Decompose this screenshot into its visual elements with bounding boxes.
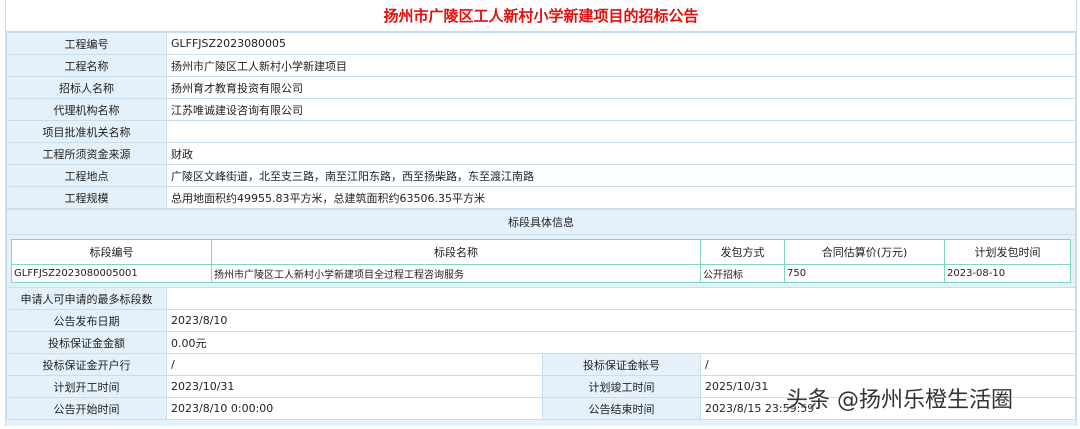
column-header: 标段编号	[11, 239, 212, 265]
info-row: 投标保证金金额 0.00元	[6, 331, 1076, 354]
table-cell: 扬州市广陵区工人新村小学新建项目全过程工程咨询服务	[211, 264, 701, 283]
field-label: 投标保证金开户行	[6, 353, 167, 376]
field-label: 计划开工时间	[6, 375, 167, 398]
field-label: 工程名称	[6, 54, 167, 77]
section-header-table: 标段具体信息	[6, 209, 1076, 235]
field-value: 广陵区文峰街道，北至支三路，南至江阳东路，西至扬柴路，东至渡江南路	[166, 164, 1076, 187]
table-cell: 2023-08-10	[944, 264, 1071, 283]
field-value: /	[166, 353, 543, 376]
table-header-row: 标段编号 标段名称 发包方式 合同估算价(万元) 计划发包时间	[11, 239, 1071, 265]
field-value: GLFFJSZ2023080005	[166, 32, 1076, 55]
field-label: 投标保证金金额	[6, 331, 167, 354]
field-value: 财政	[166, 142, 1076, 165]
field-label: 项目批准机关名称	[6, 120, 167, 143]
field-label: 代理机构名称	[6, 98, 167, 121]
watermark: 头条 @扬州乐橙生活圈	[786, 388, 1013, 413]
field-value: 总用地面积约49955.83平方米，总建筑面积约63506.35平方米	[166, 186, 1076, 209]
info-row: 工程编号 GLFFJSZ2023080005	[6, 32, 1076, 55]
info-row: 工程所须资金来源 财政	[6, 142, 1076, 165]
info-row: 工程地点 广陵区文峰街道，北至支三路，南至江阳东路，西至扬柴路，东至渡江南路	[6, 164, 1076, 187]
field-value: /	[700, 353, 1076, 376]
column-header: 标段名称	[211, 239, 701, 265]
table-row: GLFFJSZ2023080005001 扬州市广陵区工人新村小学新建项目全过程工…	[11, 264, 1071, 283]
column-header: 合同估算价(万元)	[784, 239, 945, 265]
info-row: 申请人可申请的最多标段数	[6, 287, 1076, 310]
field-label: 工程编号	[6, 32, 167, 55]
field-value	[166, 120, 1076, 143]
info-row: 项目批准机关名称	[6, 120, 1076, 143]
info-row: 招标人名称 扬州育才教育投资有限公司	[6, 76, 1076, 99]
announcement: 扬州市广陵区工人新村小学新建项目的招标公告 工程编号 GLFFJSZ2023080…	[5, 0, 1077, 426]
field-label: 公告发布日期	[6, 309, 167, 332]
field-value	[166, 287, 1076, 310]
table-cell: GLFFJSZ2023080005001	[11, 264, 212, 283]
field-value: 0.00元	[166, 331, 1076, 354]
field-label: 工程规模	[6, 186, 167, 209]
field-value: 2023/8/10	[166, 309, 1076, 332]
info-row: 工程规模 总用地面积约49955.83平方米，总建筑面积约63506.35平方米	[6, 186, 1076, 209]
page-title: 扬州市广陵区工人新村小学新建项目的招标公告	[6, 0, 1076, 32]
table-cell: 公开招标	[700, 264, 785, 283]
info-row: 工程名称 扬州市广陵区工人新村小学新建项目	[6, 54, 1076, 77]
field-label: 工程地点	[6, 164, 167, 187]
table-cell: 750	[784, 264, 945, 283]
field-value: 扬州市广陵区工人新村小学新建项目	[166, 54, 1076, 77]
field-value: 江苏唯诚建设咨询有限公司	[166, 98, 1076, 121]
field-label: 申请人可申请的最多标段数	[6, 287, 167, 310]
field-value: 扬州育才教育投资有限公司	[166, 76, 1076, 99]
field-label: 公告结束时间	[542, 397, 701, 420]
info-row: 公告发布日期 2023/8/10	[6, 309, 1076, 332]
field-label: 计划竣工时间	[542, 375, 701, 398]
field-label: 公告开始时间	[6, 397, 167, 420]
field-label: 招标人名称	[6, 76, 167, 99]
section-title: 标段具体信息	[6, 209, 1076, 235]
field-label: 投标保证金帐号	[542, 353, 701, 376]
info-row: 投标保证金开户行 / 投标保证金帐号 /	[6, 353, 1076, 376]
column-header: 发包方式	[700, 239, 785, 265]
column-header: 计划发包时间	[944, 239, 1071, 265]
info-row: 代理机构名称 江苏唯诚建设咨询有限公司	[6, 98, 1076, 121]
project-info-table: 工程编号 GLFFJSZ2023080005 工程名称 扬州市广陵区工人新村小学新建项…	[6, 32, 1076, 209]
field-value: 2023/10/31	[166, 375, 543, 398]
sections-table: 标段编号 标段名称 发包方式 合同估算价(万元) 计划发包时间 GLFFJSZ202308…	[11, 239, 1071, 283]
field-value: 2023/8/10 0:00:00	[166, 397, 543, 420]
field-label: 工程所须资金来源	[6, 142, 167, 165]
